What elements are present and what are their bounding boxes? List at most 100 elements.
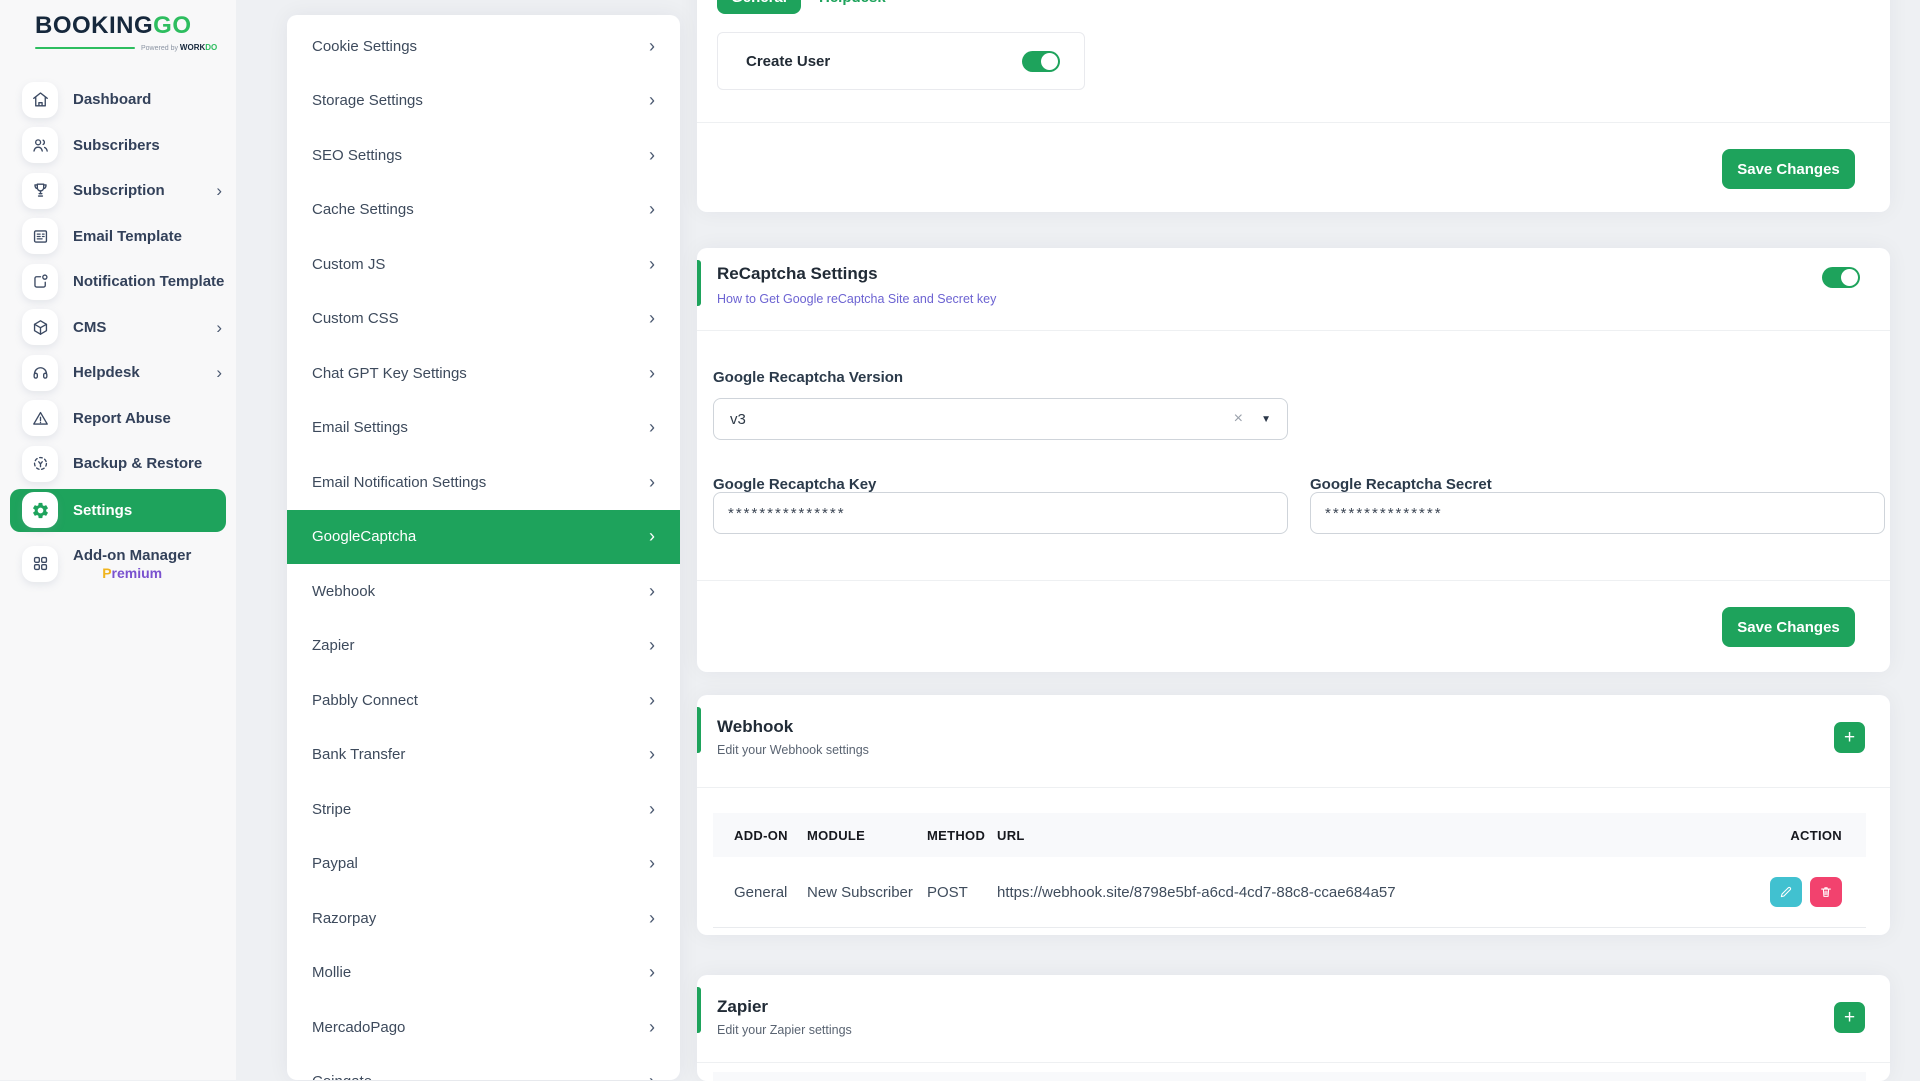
- add-webhook-button[interactable]: +: [1834, 722, 1865, 753]
- chevron-right-icon: ›: [649, 36, 655, 57]
- sidebar-item-settings[interactable]: Settings: [10, 489, 226, 532]
- settings-menu-item-mercadopago[interactable]: MercadoPago›: [287, 1000, 680, 1055]
- col-addon: ADD-ON: [713, 828, 807, 843]
- trophy-icon: [22, 173, 58, 209]
- chevron-right-icon: ›: [649, 90, 655, 111]
- warning-icon: [22, 400, 58, 436]
- save-changes-button[interactable]: Save Changes: [1722, 607, 1855, 647]
- cell-addon: General: [713, 884, 807, 901]
- accent-bar: [697, 987, 701, 1033]
- caret-down-icon: ▼: [1261, 414, 1271, 425]
- zapier-subtitle: Edit your Zapier settings: [717, 1023, 852, 1037]
- chevron-right-icon: ›: [216, 364, 222, 381]
- recaptcha-secret-label: Google Recaptcha Secret: [1310, 476, 1492, 493]
- recaptcha-version-label: Google Recaptcha Version: [713, 369, 903, 386]
- add-zapier-button[interactable]: +: [1834, 1002, 1865, 1033]
- logo-underline: [35, 47, 135, 49]
- webhook-subtitle: Edit your Webhook settings: [717, 743, 869, 757]
- sidebar-item-addon-manager[interactable]: Add-on Manager Premium: [0, 534, 236, 594]
- settings-menu-item-seo-settings[interactable]: SEO Settings›: [287, 128, 680, 183]
- cell-method: POST: [927, 884, 997, 901]
- chevron-right-icon: ›: [649, 635, 655, 656]
- settings-menu-item-cache-settings[interactable]: Cache Settings›: [287, 183, 680, 238]
- sidebar-item-notification-template[interactable]: Notification Template: [0, 259, 236, 305]
- settings-menu-item-storage-settings[interactable]: Storage Settings›: [287, 74, 680, 129]
- recaptcha-settings-card: ReCaptcha Settings How to Get Google reC…: [697, 248, 1890, 672]
- chevron-right-icon: ›: [649, 254, 655, 275]
- sidebar-item-email-template[interactable]: Email Template: [0, 214, 236, 260]
- edit-button[interactable]: [1770, 877, 1802, 907]
- brand-logo[interactable]: BOOKINGGO Powered by WORKDO: [35, 12, 217, 52]
- recaptcha-title: ReCaptcha Settings: [717, 264, 878, 284]
- col-method: METHOD: [927, 828, 997, 843]
- recaptcha-help-link[interactable]: How to Get Google reCaptcha Site and Sec…: [717, 292, 996, 306]
- chevron-right-icon: ›: [649, 308, 655, 329]
- settings-menu-item-bank-transfer[interactable]: Bank Transfer›: [287, 728, 680, 783]
- divider: [697, 330, 1890, 331]
- delete-button[interactable]: [1810, 877, 1842, 907]
- settings-menu-item-email-settings[interactable]: Email Settings›: [287, 401, 680, 456]
- sidebar-item-backup-restore[interactable]: Backup & Restore: [0, 441, 236, 487]
- tab-helpdesk[interactable]: Helpdesk: [819, 0, 886, 14]
- save-changes-button[interactable]: Save Changes: [1722, 149, 1855, 189]
- recaptcha-secret-input[interactable]: [1310, 492, 1885, 534]
- clear-icon[interactable]: ×: [1234, 410, 1243, 428]
- settings-menu-item-googlecaptcha[interactable]: GoogleCaptcha›: [287, 510, 680, 565]
- webhook-title: Webhook: [717, 717, 793, 737]
- brand-name-primary: BOOKING: [35, 12, 153, 39]
- settings-menu-item-cookie-settings[interactable]: Cookie Settings›: [287, 19, 680, 74]
- create-user-row: Create User: [717, 32, 1085, 90]
- toggle-knob: [1841, 269, 1858, 286]
- chevron-right-icon: ›: [216, 182, 222, 199]
- settings-menu-item-mollie[interactable]: Mollie›: [287, 946, 680, 1001]
- home-icon: [22, 82, 58, 118]
- brand-name-accent: GO: [153, 12, 191, 39]
- recaptcha-version-select[interactable]: v3 × ▼: [713, 398, 1288, 440]
- sidebar-item-report-abuse[interactable]: Report Abuse: [0, 396, 236, 442]
- chevron-right-icon: ›: [649, 744, 655, 765]
- sidebar-item-dashboard[interactable]: Dashboard: [0, 77, 236, 123]
- email-template-icon: [22, 218, 58, 254]
- settings-menu-item-paypal[interactable]: Paypal›: [287, 837, 680, 892]
- settings-menu-item-email-notification[interactable]: Email Notification Settings›: [287, 455, 680, 510]
- recaptcha-toggle[interactable]: [1822, 267, 1860, 288]
- recaptcha-key-input[interactable]: [713, 492, 1288, 534]
- sidebar-item-cms[interactable]: CMS ›: [0, 305, 236, 351]
- chevron-right-icon: ›: [649, 690, 655, 711]
- trash-icon: [1819, 885, 1833, 899]
- pencil-icon: [1779, 885, 1793, 899]
- settings-menu-item-razorpay[interactable]: Razorpay›: [287, 891, 680, 946]
- premium-badge: Premium: [102, 565, 162, 581]
- tab-general[interactable]: General: [717, 0, 801, 14]
- sidebar-item-subscription[interactable]: Subscription ›: [0, 168, 236, 214]
- settings-menu-item-chatgpt-key[interactable]: Chat GPT Key Settings›: [287, 346, 680, 401]
- toggle-knob: [1041, 53, 1058, 70]
- chevron-right-icon: ›: [649, 363, 655, 384]
- settings-menu-item-zapier[interactable]: Zapier›: [287, 619, 680, 674]
- settings-menu-item-pabbly-connect[interactable]: Pabbly Connect›: [287, 673, 680, 728]
- col-action: ACTION: [1736, 828, 1866, 843]
- gear-icon: [22, 492, 58, 528]
- notification-template-icon: [22, 264, 58, 300]
- divider: [697, 787, 1890, 788]
- divider: [697, 122, 1890, 123]
- settings-menu-item-custom-js[interactable]: Custom JS›: [287, 237, 680, 292]
- settings-menu-item-stripe[interactable]: Stripe›: [287, 782, 680, 837]
- cube-icon: [22, 309, 58, 345]
- chevron-right-icon: ›: [649, 1071, 655, 1080]
- sidebar-item-subscribers[interactable]: Subscribers: [0, 123, 236, 169]
- cell-module: New Subscriber: [807, 884, 927, 901]
- general-settings-card: General Helpdesk Create User Save Change…: [697, 0, 1890, 212]
- chevron-right-icon: ›: [649, 472, 655, 493]
- chevron-right-icon: ›: [649, 581, 655, 602]
- settings-menu-item-coingate[interactable]: Coingate›: [287, 1055, 680, 1081]
- settings-menu-item-webhook[interactable]: Webhook›: [287, 564, 680, 619]
- table-row: General New Subscriber POST https://webh…: [713, 857, 1866, 928]
- chevron-right-icon: ›: [649, 1017, 655, 1038]
- chevron-right-icon: ›: [649, 417, 655, 438]
- sidebar-item-helpdesk[interactable]: Helpdesk ›: [0, 350, 236, 396]
- create-user-toggle[interactable]: [1022, 51, 1060, 72]
- settings-menu-item-custom-css[interactable]: Custom CSS›: [287, 292, 680, 347]
- chevron-right-icon: ›: [649, 199, 655, 220]
- chevron-right-icon: ›: [649, 853, 655, 874]
